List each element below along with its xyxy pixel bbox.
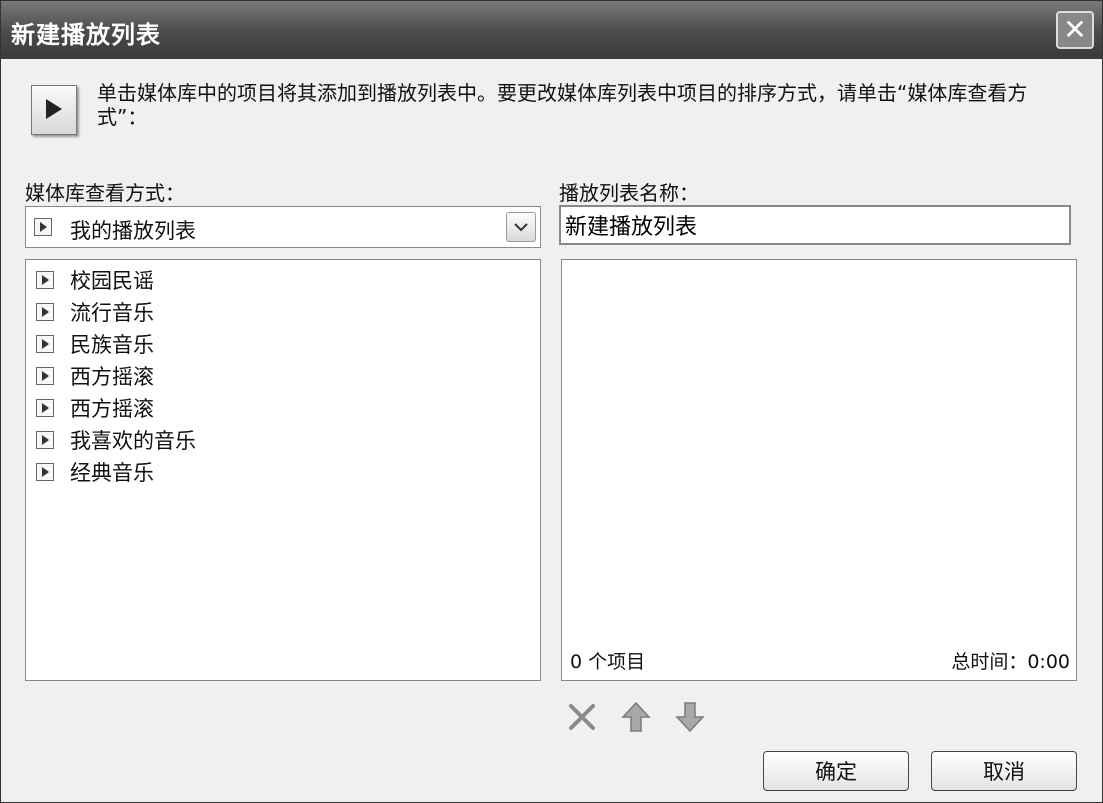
library-list[interactable]: 校园民谣 流行音乐 民族音乐 西方摇滚 西方摇滚 我喜欢的音乐 经典音乐: [25, 259, 541, 681]
playlist-items-list[interactable]: 0 个项目 总时间：0:00: [561, 259, 1077, 681]
playlist-icon: [36, 303, 54, 321]
playlist-name-label: 播放列表名称：: [559, 181, 699, 205]
list-item[interactable]: 西方摇滚: [36, 360, 154, 392]
media-play-icon: [31, 85, 77, 135]
instruction-text: 单击媒体库中的项目将其添加到播放列表中。要更改媒体库列表中项目的排序方式，请单击…: [97, 81, 1028, 129]
list-item-label: 西方摇滚: [70, 365, 154, 389]
list-item-label: 我喜欢的音乐: [70, 429, 196, 453]
remove-x-icon: [569, 704, 595, 730]
move-up-arrow-icon: [621, 701, 651, 732]
chevron-down-icon[interactable]: [506, 212, 536, 242]
library-view-value: 我的播放列表: [70, 219, 196, 243]
move-up-button[interactable]: [621, 701, 651, 735]
close-button[interactable]: ✕: [1056, 11, 1094, 49]
playlist-icon: [36, 431, 54, 449]
list-item[interactable]: 我喜欢的音乐: [36, 424, 196, 456]
list-item[interactable]: 西方摇滚: [36, 392, 154, 424]
playlist-icon: [36, 271, 54, 289]
dialog-title: 新建播放列表: [11, 21, 161, 49]
ok-button[interactable]: 确定: [763, 751, 909, 791]
list-item-label: 流行音乐: [70, 301, 154, 325]
playlist-icon: [36, 335, 54, 353]
playlist-name-input[interactable]: [559, 205, 1071, 245]
list-item[interactable]: 流行音乐: [36, 296, 154, 328]
new-playlist-dialog: 新建播放列表 ✕ 单击媒体库中的项目将其添加到播放列表中。要更改媒体库列表中项目…: [0, 0, 1103, 803]
item-count: 0 个项目: [570, 651, 646, 673]
title-bar[interactable]: 新建播放列表 ✕: [1, 1, 1102, 59]
list-item[interactable]: 经典音乐: [36, 456, 154, 488]
library-view-label: 媒体库查看方式：: [25, 181, 185, 205]
move-down-button[interactable]: [675, 701, 705, 735]
list-item[interactable]: 民族音乐: [36, 328, 154, 360]
list-item-label: 民族音乐: [70, 333, 154, 357]
library-view-select[interactable]: 我的播放列表: [25, 206, 541, 248]
playlist-icon: [36, 399, 54, 417]
list-item-label: 校园民谣: [70, 269, 154, 293]
playlist-icon: [36, 367, 54, 385]
total-time: 总时间：0:00: [951, 651, 1070, 673]
list-item[interactable]: 校园民谣: [36, 264, 154, 296]
remove-button[interactable]: [567, 701, 597, 735]
playlist-icon: [34, 218, 52, 236]
list-item-label: 经典音乐: [70, 461, 154, 485]
list-item-label: 西方摇滚: [70, 397, 154, 421]
playlist-icon: [36, 463, 54, 481]
move-down-arrow-icon: [675, 702, 705, 733]
cancel-button[interactable]: 取消: [931, 751, 1077, 791]
close-icon: ✕: [1063, 13, 1087, 46]
